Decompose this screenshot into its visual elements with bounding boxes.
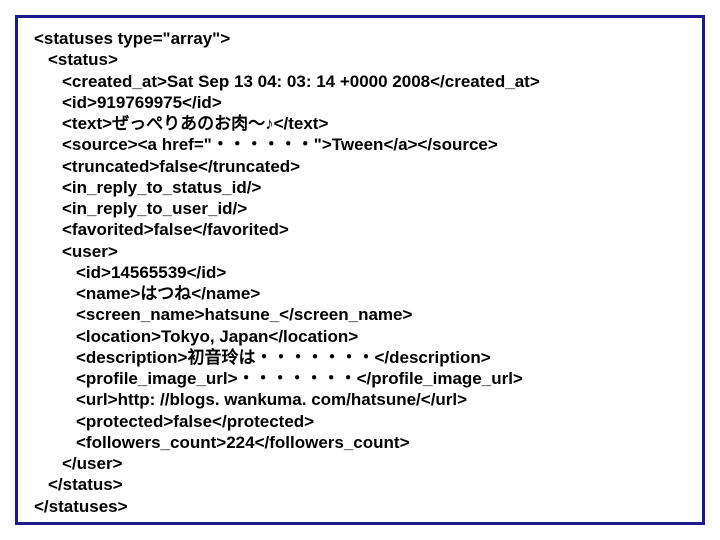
xml-line: <followers_count>224</followers_count> — [34, 432, 686, 453]
xml-line: <url>http: //blogs. wankuma. com/hatsune… — [34, 389, 686, 410]
xml-line: <favorited>false</favorited> — [34, 219, 686, 240]
xml-line: <status> — [34, 49, 686, 70]
xml-line: <text>ぜっぺりあのお肉～♪</text> — [34, 113, 686, 134]
xml-line: <profile_image_url>・・・・・・・</profile_imag… — [34, 368, 686, 389]
xml-line: <statuses type="array"> — [34, 28, 686, 49]
xml-line: <location>Tokyo, Japan</location> — [34, 326, 686, 347]
xml-line: <description>初音玲は・・・・・・・</description> — [34, 347, 686, 368]
xml-line: <protected>false</protected> — [34, 411, 686, 432]
xml-line: <id>14565539</id> — [34, 262, 686, 283]
xml-line: <in_reply_to_user_id/> — [34, 198, 686, 219]
xml-line: <id>919769975</id> — [34, 92, 686, 113]
xml-line: </user> — [34, 453, 686, 474]
xml-line: <truncated>false</truncated> — [34, 156, 686, 177]
xml-sample-box: <statuses type="array"> <status> <create… — [15, 15, 705, 525]
xml-line: </statuses> — [34, 496, 686, 517]
xml-line: <created_at>Sat Sep 13 04: 03: 14 +0000 … — [34, 71, 686, 92]
xml-line: <name>はつね</name> — [34, 283, 686, 304]
xml-line: <screen_name>hatsune_</screen_name> — [34, 304, 686, 325]
xml-line: <in_reply_to_status_id/> — [34, 177, 686, 198]
xml-line: <user> — [34, 241, 686, 262]
xml-line: </status> — [34, 474, 686, 495]
xml-line: <source><a href="・・・・・・">Tween</a></sour… — [34, 134, 686, 155]
